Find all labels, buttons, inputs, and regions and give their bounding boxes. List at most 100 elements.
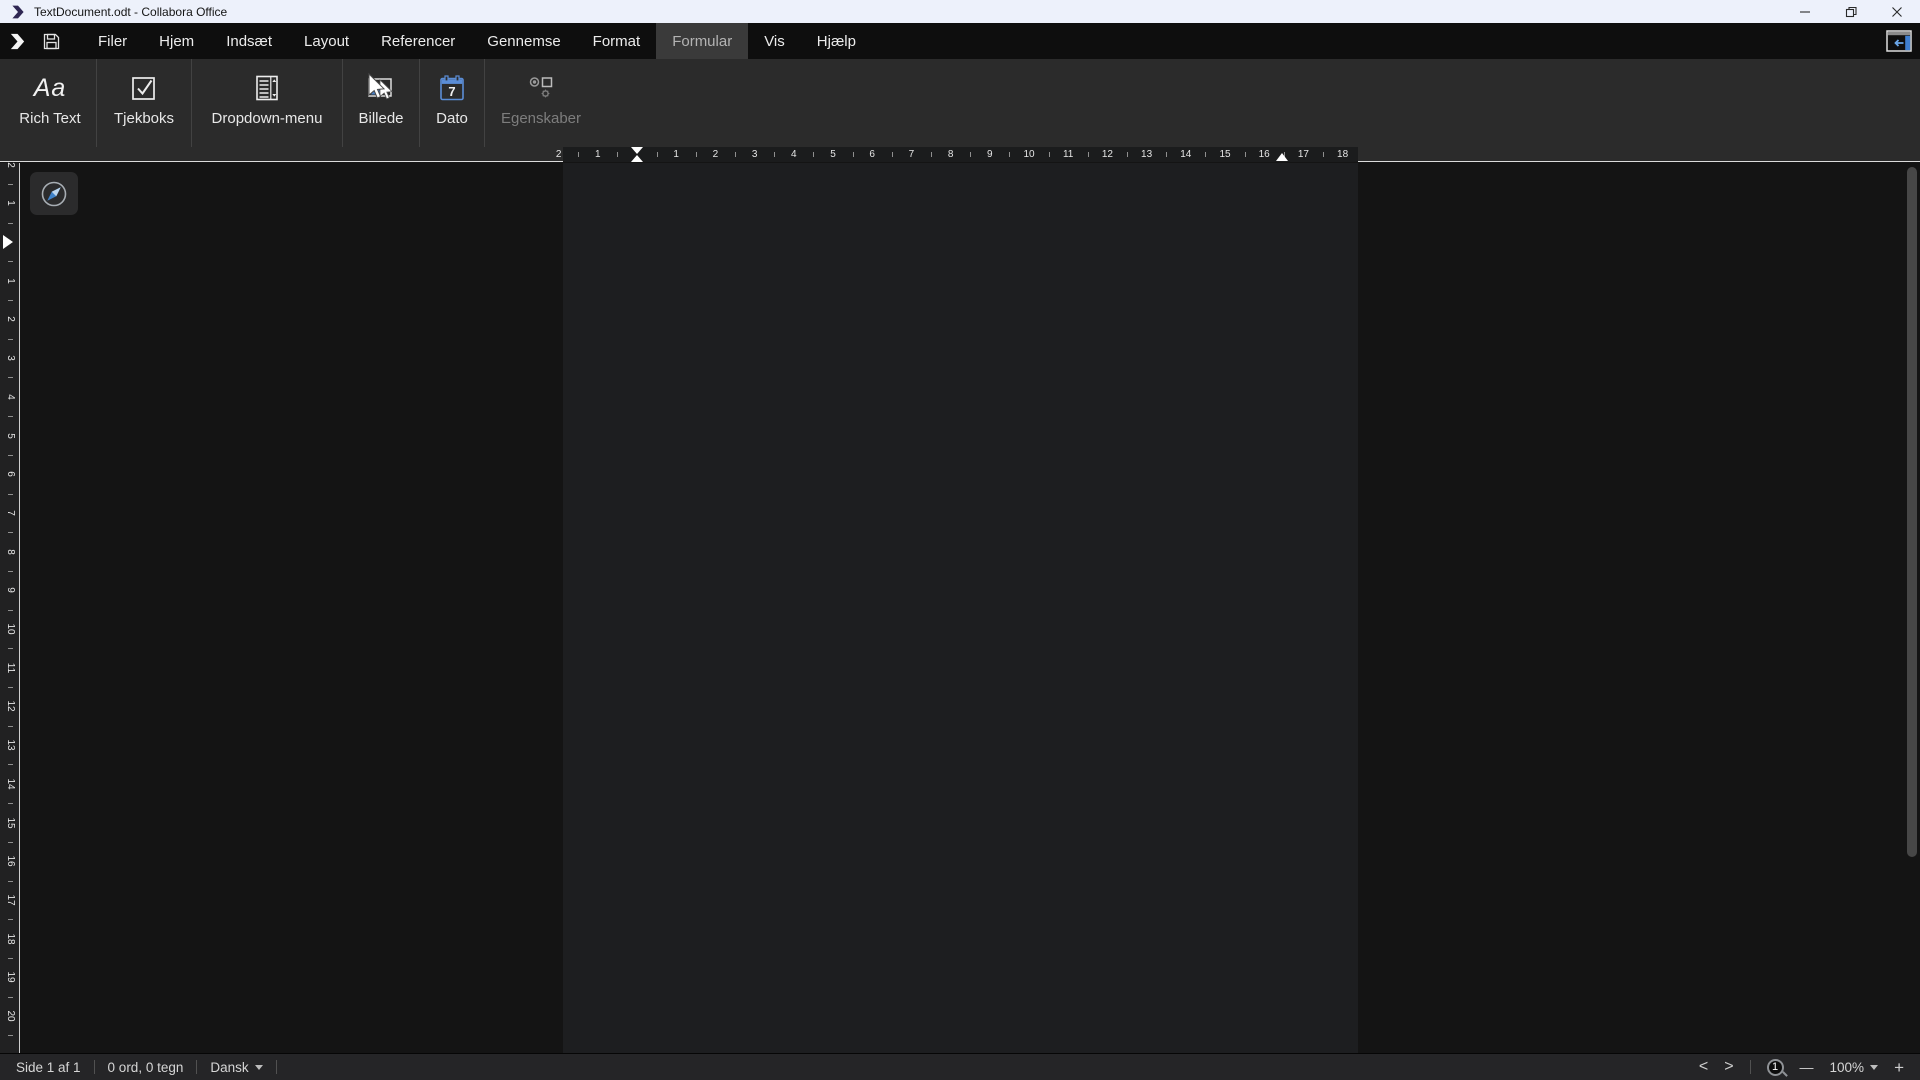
ruler-tick <box>8 648 13 649</box>
ruler-number: 6 <box>4 464 16 484</box>
menu-item-label: Hjælp <box>817 33 856 50</box>
ruler-number: 20 <box>4 1006 16 1026</box>
titlebar: TextDocument.odt - Collabora Office <box>0 0 1920 23</box>
calendar-icon: 7 <box>437 73 467 103</box>
ruler-tick <box>1127 152 1128 157</box>
zoom-level-selector[interactable]: 100% <box>1830 1060 1879 1075</box>
close-button[interactable] <box>1874 0 1920 23</box>
close-icon <box>1891 6 1903 18</box>
minimize-icon <box>1799 6 1811 18</box>
sidebar-toggle-button[interactable] <box>1878 23 1920 59</box>
language-label: Dansk <box>210 1060 248 1075</box>
ruler-number: 6 <box>864 147 880 162</box>
ruler-tick <box>8 687 13 688</box>
ruler-number: 1 <box>4 271 16 291</box>
statusbar-separator <box>196 1060 197 1074</box>
menu-item-label: Referencer <box>381 33 455 50</box>
toolbar-button-tjekboks[interactable]: Tjekboks <box>97 59 191 147</box>
zoom-tool-icon[interactable]: 1 <box>1767 1059 1784 1076</box>
next-page-button[interactable]: > <box>1724 1059 1733 1075</box>
menu-item-layout[interactable]: Layout <box>288 23 365 59</box>
ruler-number: 17 <box>1295 147 1311 162</box>
menu-item-indsaet[interactable]: Indsæt <box>210 23 288 59</box>
minimize-button[interactable] <box>1782 0 1828 23</box>
zoom-out-button[interactable]: — <box>1800 1060 1814 1074</box>
statusbar-separator <box>276 1060 277 1074</box>
vertical-scrollbar[interactable] <box>1904 163 1920 1053</box>
ruler-number: 2 <box>707 147 723 162</box>
menu-item-hjaelp[interactable]: Hjælp <box>801 23 872 59</box>
ruler-tick <box>931 152 932 157</box>
ruler-number: 4 <box>786 147 802 162</box>
ruler-number: 10 <box>4 619 16 639</box>
ruler-tick <box>1323 152 1324 157</box>
ruler-tick <box>1088 152 1089 157</box>
indent-marker-right[interactable] <box>1276 153 1288 161</box>
menu-item-hjem[interactable]: Hjem <box>143 23 210 59</box>
ruler-number: 5 <box>4 426 16 446</box>
ruler-tick <box>8 261 13 262</box>
menu-item-gennemse[interactable]: Gennemse <box>471 23 576 59</box>
ruler-horizontal: 21123456789101112131415161718 <box>0 147 1920 162</box>
ruler-number: 7 <box>903 147 919 162</box>
indent-marker-first-line[interactable] <box>631 147 643 162</box>
save-button[interactable] <box>34 23 68 59</box>
navigation-compass-widget[interactable] <box>30 172 78 215</box>
maximize-button[interactable] <box>1828 0 1874 23</box>
menu-items: FilerHjemIndsæt Layout Referencer Gennemse F… <box>82 23 872 59</box>
ruler-tick <box>1205 152 1206 157</box>
menu-item-vis[interactable]: Vis <box>748 23 801 59</box>
page-status: Side 1 af 1 <box>16 1060 81 1075</box>
ruler-tick <box>578 152 579 157</box>
statusbar-separator <box>1750 1060 1751 1074</box>
document-canvas[interactable]: 211234567891011121314151617181920 <box>0 163 1920 1053</box>
menu-item-formular[interactable]: Formular <box>656 23 748 59</box>
zoom-in-button[interactable]: + <box>1894 1059 1904 1076</box>
ruler-tick <box>657 152 658 157</box>
statusbar-separator <box>94 1060 95 1074</box>
ruler-tick <box>813 152 814 157</box>
properties-icon <box>526 73 556 103</box>
ruler-number: 18 <box>1335 147 1351 162</box>
form-toolbar: AaRich Text Tjekboks Dropdown-menu Bille… <box>0 59 1920 147</box>
menu-item-label: Layout <box>304 33 349 50</box>
rich-text-icon: Aa <box>34 74 67 103</box>
scrollbar-thumb[interactable] <box>1907 167 1917 857</box>
ruler-tick <box>1009 152 1010 157</box>
ruler-tick <box>8 764 13 765</box>
statusbar-right: < > 1 — 100% + <box>1699 1059 1920 1076</box>
toolbar-button-rich-text[interactable]: AaRich Text <box>4 59 96 147</box>
toolbar-button-label: Dato <box>436 110 468 127</box>
ruler-tick <box>8 571 13 572</box>
document-page[interactable] <box>563 163 1358 1053</box>
toolbar-button-label: Egenskaber <box>501 110 581 127</box>
menu-item-format[interactable]: Format <box>577 23 657 59</box>
sidebar-icon <box>1886 30 1912 52</box>
menu-item-filer[interactable]: Filer <box>82 23 143 59</box>
ruler-tick <box>8 339 13 340</box>
caret-down-icon <box>255 1065 263 1070</box>
mouse-cursor <box>366 72 388 102</box>
language-selector[interactable]: Dansk <box>210 1060 262 1075</box>
ruler-tick <box>8 726 13 727</box>
menu-item-referencer[interactable]: Referencer <box>365 23 471 59</box>
toolbar-button-dropdown-menu[interactable]: Dropdown-menu <box>192 59 342 147</box>
ruler-number: 9 <box>982 147 998 162</box>
ruler-tick <box>8 416 13 417</box>
ruler-number: 16 <box>1256 147 1272 162</box>
ruler-tick <box>1245 152 1246 157</box>
restore-icon <box>1845 6 1857 18</box>
toolbar-button-dato[interactable]: 7 Dato <box>420 59 484 147</box>
ruler-number: 1 <box>590 147 606 162</box>
ruler-number: 1 <box>4 193 16 213</box>
window-controls <box>1782 0 1920 23</box>
ruler-number: 14 <box>4 774 16 794</box>
ruler-tick <box>8 958 13 959</box>
statusbar-left: Side 1 af 1 0 ord, 0 tegn Dansk <box>0 1060 277 1075</box>
previous-page-button[interactable]: < <box>1699 1059 1708 1075</box>
ruler-number: 12 <box>1099 147 1115 162</box>
margin-marker-top[interactable] <box>3 235 13 249</box>
menu-item-label: Format <box>593 33 641 50</box>
ruler-number: 11 <box>1060 147 1076 162</box>
word-count: 0 ord, 0 tegn <box>108 1060 184 1075</box>
